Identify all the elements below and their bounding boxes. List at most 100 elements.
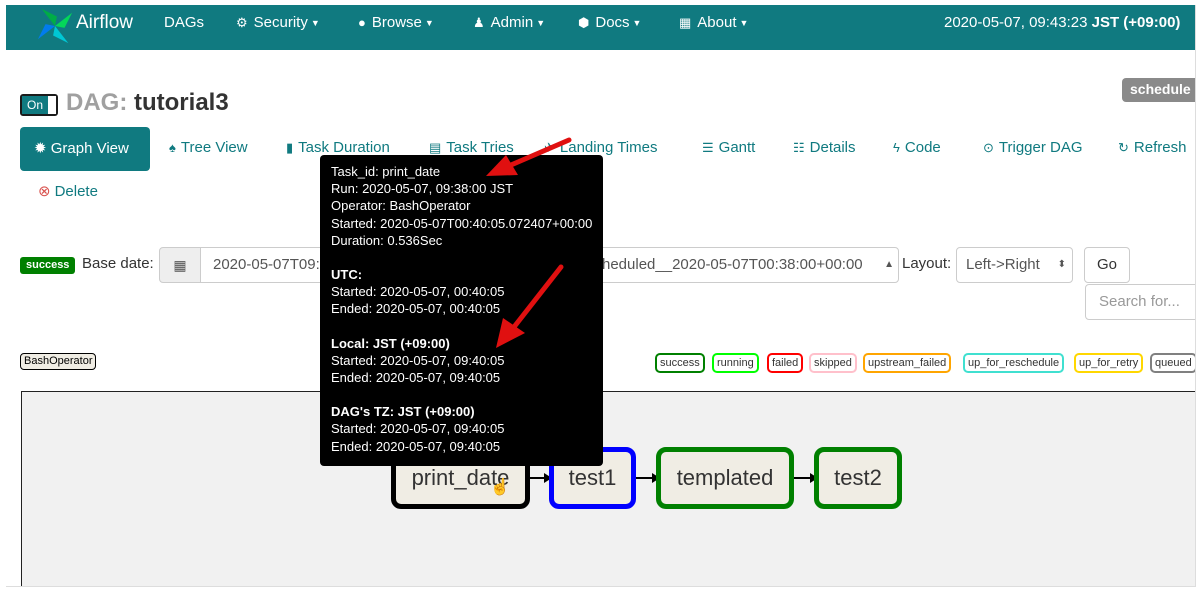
clock-time: 2020-05-07, 09:43:23 [944, 14, 1088, 31]
task-duration-link[interactable]: ▮ Task Duration [286, 139, 390, 156]
code-link[interactable]: ϟ Code [893, 139, 941, 156]
nav-about[interactable]: ▦ About ▼ [679, 5, 748, 50]
plane-icon: ✈ [544, 140, 555, 155]
legend-up-for-reschedule[interactable]: up_for_reschedule [963, 353, 1065, 373]
operator-legend-bashoperator: BashOperator [20, 353, 97, 370]
refresh-icon: ↻ [1118, 140, 1129, 155]
flash-icon: ϟ [893, 140, 900, 155]
nav-dags-label: DAGs [164, 14, 205, 31]
legend-running[interactable]: running [712, 353, 759, 373]
graph-canvas[interactable]: print_date test1 templated test2 [21, 391, 1195, 586]
legend-up-for-retry[interactable]: up_for_retry [1074, 353, 1144, 373]
dag-run-select[interactable]: scheduled__2020-05-07T00:38:00+00:00 ▲ [566, 247, 899, 283]
brand-name[interactable]: Airflow [76, 5, 133, 50]
nav-docs-label: Docs [595, 14, 630, 31]
dag-run-state-badge: success [20, 257, 76, 274]
tooltip-utc-heading: UTC: [331, 267, 363, 283]
select-arrows-icon: ▲ [884, 259, 894, 270]
tooltip-utc-ended: Ended: 2020-05-07, 00:40:05 [331, 301, 501, 317]
nav-security[interactable]: ⚙ Security ▼ [236, 5, 320, 50]
tree-view-link[interactable]: ♠ Tree View [169, 139, 248, 156]
tooltip-operator: Operator: BashOperator [331, 198, 471, 214]
nav-dags[interactable]: DAGs [164, 5, 204, 50]
tooltip-dagtz-started: Started: 2020-05-07, 09:40:05 [331, 421, 505, 437]
task-tooltip: Task_id: print_date Run: 2020-05-07, 09:… [320, 155, 603, 466]
dag-pause-toggle[interactable]: On [20, 94, 58, 116]
tooltip-local-started: Started: 2020-05-07, 09:40:05 [331, 352, 505, 368]
go-button[interactable]: Go [1084, 247, 1130, 283]
task-node-test2[interactable]: test2 [814, 447, 902, 509]
hand-cursor-icon: ☝ [490, 479, 510, 496]
details-label: Details [809, 139, 856, 156]
nav-about-label: About [697, 14, 737, 31]
graph-view-button[interactable]: ✹ Graph View [20, 127, 150, 171]
tooltip-task-id: Task_id: print_date [331, 164, 441, 179]
gantt-link[interactable]: ☰ Gantt [702, 139, 755, 156]
select-arrows-icon: ⬍ [1057, 259, 1066, 270]
tasks-icon: ▤ [429, 140, 442, 155]
tooltip-dagtz-ended: Ended: 2020-05-07, 09:40:05 [331, 438, 501, 454]
calendar-icon[interactable]: ▦ [159, 247, 201, 283]
tooltip-run: Run: 2020-05-07, 09:38:00 JST [331, 181, 514, 197]
user-icon: ♟ [473, 15, 485, 30]
legend-failed[interactable]: failed [767, 353, 804, 373]
tooltip-duration: Duration: 0.536Sec [331, 232, 443, 248]
nav-admin-label: Admin [490, 14, 534, 31]
play-circle-icon: ⊙ [983, 140, 994, 155]
caret-down-icon: ▼ [536, 18, 546, 28]
task-tries-label: Task Tries [446, 139, 514, 156]
layout-select-value: Left->Right [966, 256, 1040, 273]
task-tries-link[interactable]: ▤ Task Tries [429, 139, 514, 156]
dag-run-select-value: scheduled__2020-05-07T00:38:00+00:00 [587, 256, 863, 273]
landing-times-link[interactable]: ✈ Landing Times [544, 139, 657, 156]
airflow-logo-icon[interactable] [36, 7, 74, 45]
cube-icon: ⬢ [578, 15, 590, 30]
legend-success[interactable]: success [655, 353, 705, 373]
tooltip-local-heading: Local: JST (+09:00) [331, 335, 450, 351]
top-navbar: Airflow DAGs ⚙ Security ▼ ● Browse ▼ ♟ Admin ▼… [6, 5, 1195, 50]
tooltip-spacer [331, 386, 592, 403]
nav-browse[interactable]: ● Browse ▼ [358, 5, 434, 50]
tooltip-started: Started: 2020-05-07T00:40:05.072407+00:0… [331, 215, 593, 231]
graph-view-label: Graph View [50, 140, 129, 157]
cogs-icon: ⚙ [236, 15, 248, 30]
tooltip-spacer [331, 318, 592, 335]
delete-label: Delete [54, 183, 98, 200]
remove-circle-icon: ⊗ [38, 183, 51, 200]
search-input[interactable]: Search for... [1085, 284, 1195, 320]
legend-upstream-failed[interactable]: upstream_failed [863, 353, 952, 373]
browser-frame: Airflow DAGs ⚙ Security ▼ ● Browse ▼ ♟ Admin ▼… [6, 5, 1196, 587]
clock-timezone: JST (+09:00) [1091, 14, 1181, 31]
base-date-label: Base date: [82, 255, 154, 272]
gantt-label: Gantt [718, 139, 756, 156]
dag-title-prefix: DAG: [66, 89, 128, 116]
nav-security-label: Security [253, 14, 308, 31]
layout-label: Layout: [902, 255, 952, 272]
bar-chart-icon: ▮ [286, 140, 294, 155]
nav-admin[interactable]: ♟ Admin ▼ [473, 5, 545, 50]
tooltip-spacer [331, 249, 592, 266]
trigger-dag-label: Trigger DAG [998, 139, 1083, 156]
align-left-icon: ☰ [702, 140, 714, 155]
legend-queued[interactable]: queued [1150, 353, 1195, 373]
code-label: Code [904, 139, 941, 156]
delete-link[interactable]: ⊗ Delete [38, 182, 98, 200]
tooltip-dagtz-heading: DAG's TZ: JST (+09:00) [331, 404, 475, 420]
toggle-knob [48, 96, 56, 114]
tooltip-local-ended: Ended: 2020-05-07, 09:40:05 [331, 370, 501, 386]
landing-times-label: Landing Times [559, 139, 658, 156]
refresh-link[interactable]: ↻ Refresh [1118, 139, 1186, 156]
details-link[interactable]: ☷ Details [793, 139, 856, 156]
task-duration-label: Task Duration [298, 139, 390, 156]
list-icon: ☷ [793, 140, 805, 155]
task-node-templated[interactable]: templated [656, 447, 794, 509]
globe-icon: ● [358, 15, 366, 30]
certificate-icon: ✹ [34, 140, 47, 157]
nav-docs[interactable]: ⬢ Docs ▼ [578, 5, 641, 50]
trigger-dag-link[interactable]: ⊙ Trigger DAG [983, 139, 1083, 156]
caret-down-icon: ▼ [739, 18, 749, 28]
layout-select[interactable]: Left->Right ⬍ [956, 247, 1073, 283]
legend-skipped[interactable]: skipped [809, 353, 857, 373]
nav-browse-label: Browse [371, 14, 422, 31]
navbar-clock[interactable]: 2020-05-07, 09:43:23 JST (+09:00) [944, 5, 1180, 50]
